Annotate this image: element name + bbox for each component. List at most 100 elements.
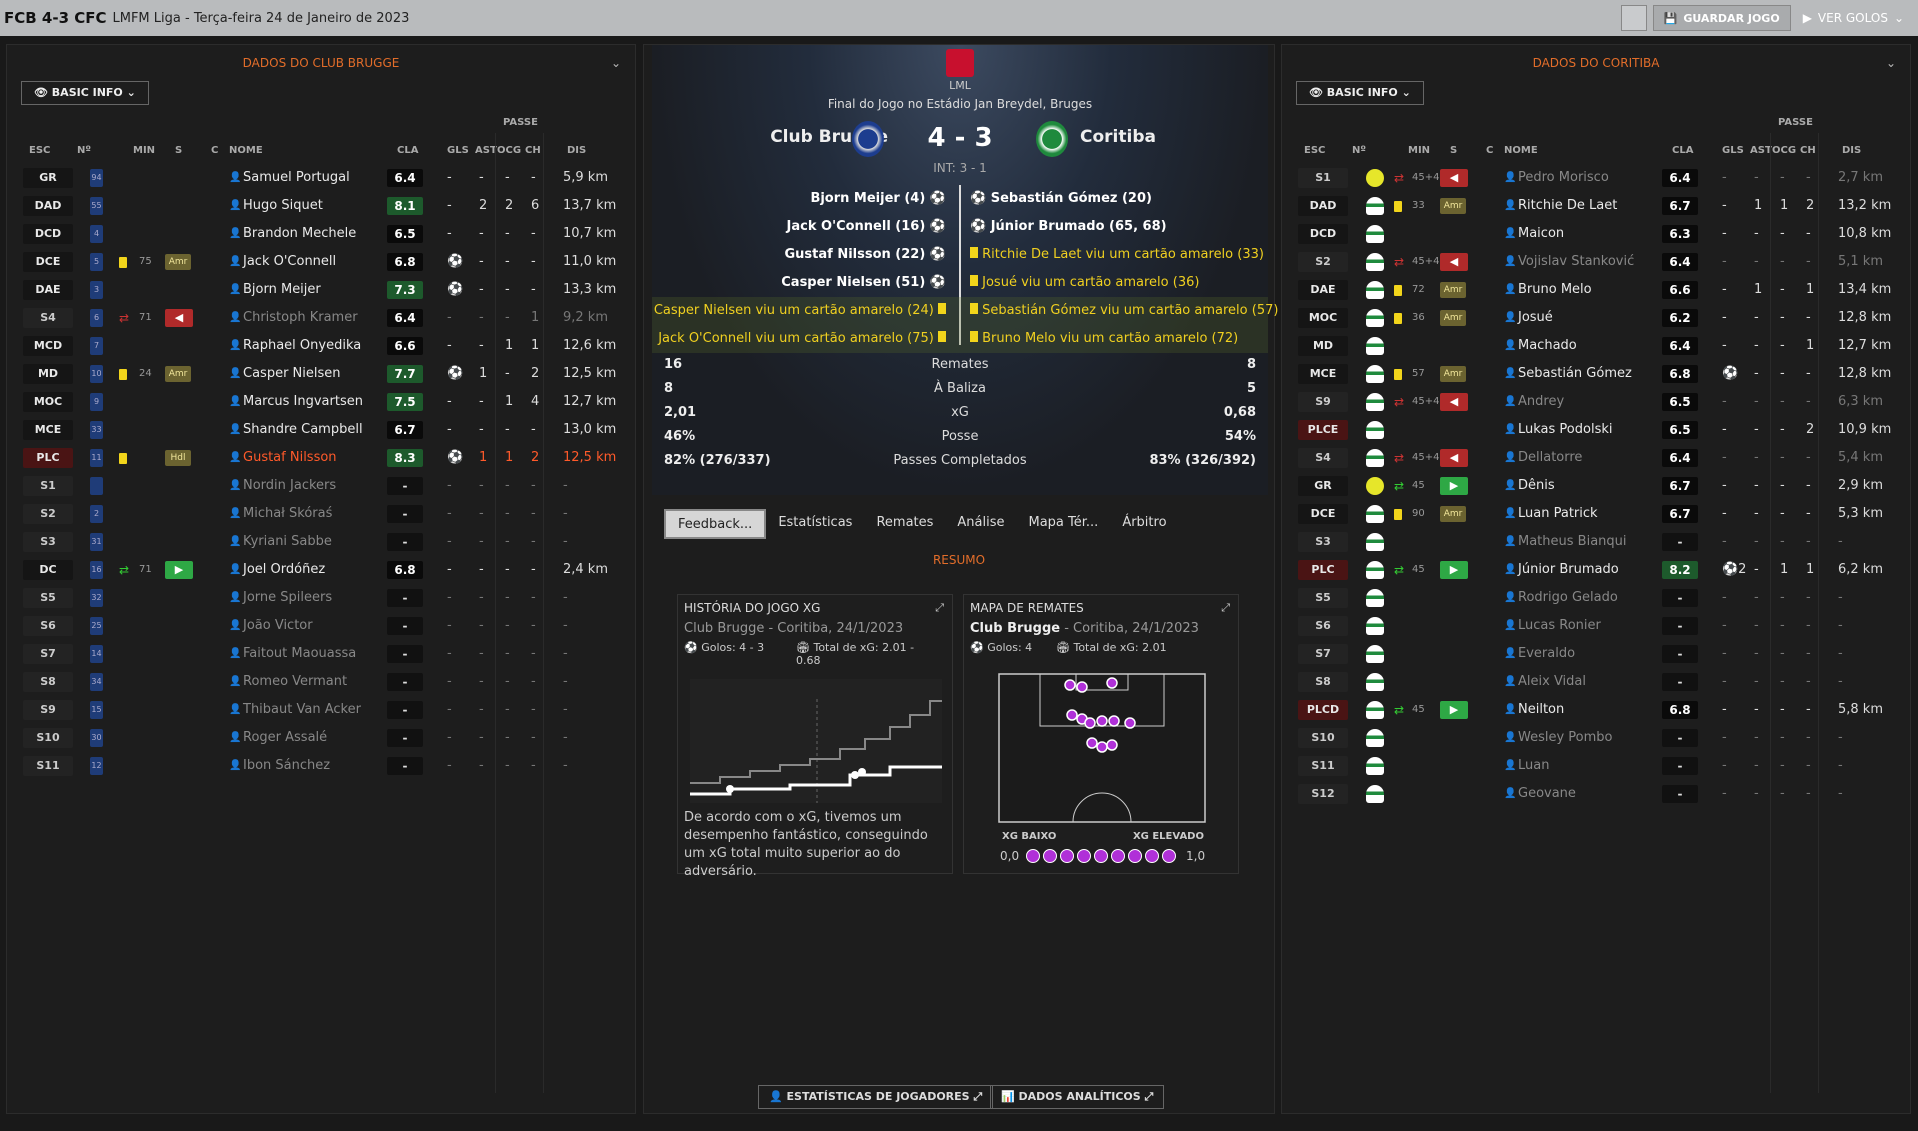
away-team-name[interactable]: Coritiba xyxy=(1080,127,1156,147)
expand-icon[interactable]: ⤢ xyxy=(935,601,944,615)
player-row[interactable]: DCE 90 Amr 👤 Luan Patrick 6.7 - - - - 5,3 km xyxy=(1282,500,1910,528)
player-row[interactable]: S9 45+4 ⇄ ◀ 👤 Andrey 6.5 - - - - 6,3 km xyxy=(1282,388,1910,416)
card-event[interactable]: Sebastián Gómez viu um cartão amarelo (5… xyxy=(970,297,1278,325)
col-s[interactable]: S xyxy=(175,145,182,156)
card-event[interactable]: Casper Nielsen viu um cartão amarelo (24… xyxy=(654,297,946,325)
chevron-down-icon[interactable]: ⌄ xyxy=(611,45,621,81)
player-row[interactable]: S9 15 👤 Thibaut Van Acker - - - - - - xyxy=(7,696,635,724)
player-row[interactable]: PLCE 👤 Lukas Podolski 6.5 - - - 2 10,9 km xyxy=(1282,416,1910,444)
player-name[interactable]: Matheus Bianqui xyxy=(1518,528,1627,556)
player-row[interactable]: GR 94 👤 Samuel Portugal 6.4 - - - - 5,9 km xyxy=(7,164,635,192)
card-event[interactable]: Josué viu um cartão amarelo (36) xyxy=(970,269,1199,297)
player-name[interactable]: Dênis xyxy=(1518,472,1555,500)
player-row[interactable]: S7 14 👤 Faitout Maouassa - - - - - - xyxy=(7,640,635,668)
col-esc[interactable]: ESC xyxy=(29,145,50,156)
player-name[interactable]: Everaldo xyxy=(1518,640,1575,668)
expand-icon[interactable]: ⤢ xyxy=(1221,601,1230,615)
xg-history-card[interactable]: HISTÓRIA DO JOGO XG ⤢ Club Brugge - Cori… xyxy=(677,594,953,879)
col-dis[interactable]: DIS xyxy=(567,145,586,156)
view-goals-button[interactable]: ▶ VER GOLOS ⌄ xyxy=(1797,11,1910,25)
col-gls[interactable]: GLS xyxy=(447,145,469,156)
player-row[interactable]: S6 👤 Lucas Ronier - - - - - - xyxy=(1282,612,1910,640)
player-name[interactable]: Geovane xyxy=(1518,780,1576,808)
player-name[interactable]: Faitout Maouassa xyxy=(243,640,356,668)
player-name[interactable]: Roger Assalé xyxy=(243,724,327,752)
col-no[interactable]: Nº xyxy=(77,145,91,156)
col-ast[interactable]: AST xyxy=(475,145,497,156)
player-row[interactable]: PLC 11 Hdl 👤 Gustaf Nilsson 8.3 ⚽ 1 1 2 12,5 km xyxy=(7,444,635,472)
player-name[interactable]: Aleix Vidal xyxy=(1518,668,1586,696)
basic-info-dropdown[interactable]: 👁 BASIC INFO ⌄ xyxy=(1296,81,1424,105)
player-row[interactable]: S7 👤 Everaldo - - - - - - xyxy=(1282,640,1910,668)
player-row[interactable]: DAE 3 👤 Bjorn Meijer 7.3 ⚽ - - -13,3 km xyxy=(7,276,635,304)
shot-map-card[interactable]: MAPA DE REMATES ⤢ Club Brugge - Coritiba… xyxy=(963,594,1239,874)
player-name[interactable]: Gustaf Nilsson xyxy=(243,444,337,472)
col-min[interactable]: MIN xyxy=(133,145,155,156)
blank-button[interactable] xyxy=(1620,5,1647,31)
col-dis[interactable]: DIS xyxy=(1842,145,1861,156)
player-row[interactable]: S2 2 👤 Michał Skóraś - - - - - - xyxy=(7,500,635,528)
player-name[interactable]: Bjorn Meijer xyxy=(243,276,321,304)
card-event[interactable]: Ritchie De Laet viu um cartão amarelo (3… xyxy=(970,241,1264,269)
tab-4[interactable]: Mapa Tér... xyxy=(1017,509,1111,539)
player-name[interactable]: João Victor xyxy=(243,612,313,640)
player-name[interactable]: Neilton xyxy=(1518,696,1564,724)
player-row[interactable]: MOC 9 👤 Marcus Ingvartsen 7.5 - - 1 4 12,7 km xyxy=(7,388,635,416)
goal-event[interactable]: Gustaf Nilsson (22) ⚽ xyxy=(784,241,946,269)
tab-2[interactable]: Remates xyxy=(864,509,945,539)
col-min[interactable]: MIN xyxy=(1408,145,1430,156)
goal-event[interactable]: Casper Nielsen (51) ⚽ xyxy=(781,269,946,297)
player-row[interactable]: DCD 4 👤 Brandon Mechele 6.5 - - - - 10,7 km xyxy=(7,220,635,248)
col-cla[interactable]: CLA xyxy=(1672,145,1693,156)
player-row[interactable]: DCD 👤 Maicon 6.3 - - - - 10,8 km xyxy=(1282,220,1910,248)
col-c[interactable]: C xyxy=(1486,145,1493,156)
card-event[interactable]: Bruno Melo viu um cartão amarelo (72) xyxy=(970,325,1238,353)
goal-event[interactable]: ⚽ Sebastián Gómez (20) xyxy=(970,185,1152,213)
player-row[interactable]: S6 25 👤 João Victor - - - - - - xyxy=(7,612,635,640)
player-row[interactable]: MOC 36 Amr 👤 Josué 6.2 - - - - 12,8 km xyxy=(1282,304,1910,332)
player-name[interactable]: Jack O'Connell xyxy=(243,248,336,276)
player-name[interactable]: Lukas Podolski xyxy=(1518,416,1613,444)
player-name[interactable]: Samuel Portugal xyxy=(243,164,350,192)
player-name[interactable]: Pedro Morisco xyxy=(1518,164,1609,192)
player-row[interactable]: MD 👤 Machado 6.4 - - - 1 12,7 km xyxy=(1282,332,1910,360)
player-row[interactable]: S5 32 👤 Jorne Spileers - - - - - - xyxy=(7,584,635,612)
player-name[interactable]: Thibaut Van Acker xyxy=(243,696,361,724)
col-ocg[interactable]: OCG xyxy=(497,145,521,156)
save-game-button[interactable]: 💾 GUARDAR JOGO xyxy=(1652,5,1791,31)
player-row[interactable]: MCD 7 👤 Raphael Onyedika 6.6 - - 1 1 12,6 km xyxy=(7,332,635,360)
player-row[interactable]: S3 👤 Matheus Bianqui - - - - - - xyxy=(1282,528,1910,556)
player-row[interactable]: S11 12 👤 Ibon Sánchez - - - - - - xyxy=(7,752,635,780)
player-name[interactable]: Wesley Pombo xyxy=(1518,724,1613,752)
player-name[interactable]: Nordin Jackers xyxy=(243,472,336,500)
chevron-down-icon[interactable]: ⌄ xyxy=(1886,45,1896,81)
player-name[interactable]: Shandre Campbell xyxy=(243,416,363,444)
player-stats-button[interactable]: 👤 ESTATÍSTICAS DE JOGADORES ⤢ xyxy=(758,1085,994,1109)
player-name[interactable]: Maicon xyxy=(1518,220,1564,248)
player-name[interactable]: Luan xyxy=(1518,752,1549,780)
player-row[interactable]: MCE 33 👤 Shandre Campbell 6.7 - - - - 13,0 km xyxy=(7,416,635,444)
player-name[interactable]: Luan Patrick xyxy=(1518,500,1598,528)
player-row[interactable]: DAE 72 Amr 👤 Bruno Melo 6.6 - 1 - 1 13,4 km xyxy=(1282,276,1910,304)
player-name[interactable]: Júnior Brumado xyxy=(1518,556,1619,584)
player-name[interactable]: Andrey xyxy=(1518,388,1564,416)
player-name[interactable]: Brandon Mechele xyxy=(243,220,356,248)
col-nome[interactable]: NOME xyxy=(229,145,263,156)
player-row[interactable]: PLCD 45 ⇄ ▶ 👤 Neilton 6.8 - - - - 5,8 km xyxy=(1282,696,1910,724)
player-name[interactable]: Rodrigo Gelado xyxy=(1518,584,1618,612)
player-row[interactable]: S10 30 👤 Roger Assalé - - - - - - xyxy=(7,724,635,752)
player-row[interactable]: DAD 33 Amr 👤 Ritchie De Laet 6.7 - 1 1 2 13,2 km xyxy=(1282,192,1910,220)
player-name[interactable]: Lucas Ronier xyxy=(1518,612,1601,640)
tab-3[interactable]: Análise xyxy=(945,509,1016,539)
player-name[interactable]: Sebastián Gómez xyxy=(1518,360,1632,388)
tab-1[interactable]: Estatísticas xyxy=(766,509,864,539)
player-row[interactable]: S10 👤 Wesley Pombo - - - - - - xyxy=(1282,724,1910,752)
player-row[interactable]: S8 34 👤 Romeo Vermant - - - - - - xyxy=(7,668,635,696)
player-row[interactable]: S11 👤 Luan - - - - - - xyxy=(1282,752,1910,780)
player-row[interactable]: S12 👤 Geovane - - - - - - xyxy=(1282,780,1910,808)
basic-info-dropdown[interactable]: 👁 BASIC INFO ⌄ xyxy=(21,81,149,105)
player-name[interactable]: Casper Nielsen xyxy=(243,360,341,388)
player-name[interactable]: Ibon Sánchez xyxy=(243,752,330,780)
player-row[interactable]: DAD 55 👤 Hugo Siquet 8.1 - 2 2 6 13,7 km xyxy=(7,192,635,220)
player-row[interactable]: S8 👤 Aleix Vidal - - - - - - xyxy=(1282,668,1910,696)
